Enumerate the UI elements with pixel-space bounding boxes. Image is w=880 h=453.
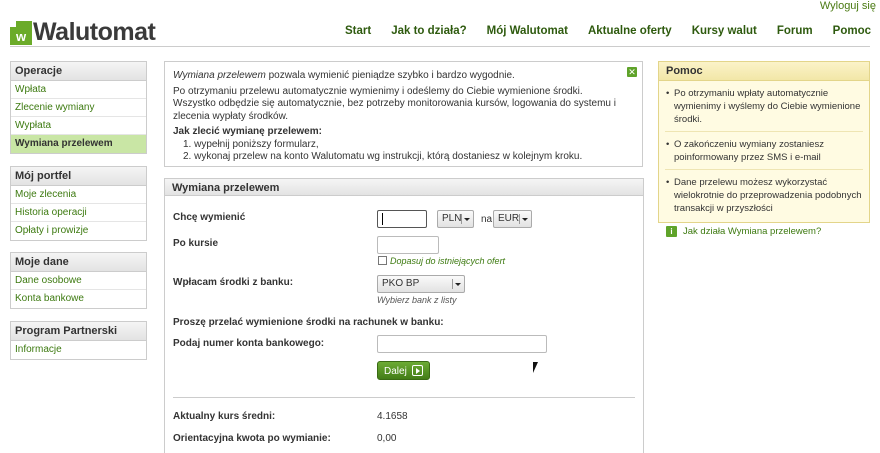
sidebar-title: Mój portfel: [11, 167, 146, 186]
info-steps: 1. wypełnij poniższy formularz, 2. wykon…: [183, 139, 634, 164]
info-step: 1. wypełnij poniższy formularz,: [183, 138, 319, 150]
info-icon: i: [666, 226, 677, 237]
info-paragraph: Po otrzymaniu przelewu automatycznie wym…: [173, 85, 583, 97]
help-list: Po otrzymaniu wpłaty automatycznie wymie…: [659, 81, 869, 220]
sidebar-item-exchange-order[interactable]: Zlecenie wymiany: [11, 99, 146, 117]
avg-rate-label: Aktualny kurs średni:: [173, 411, 276, 422]
info-intro: Wymiana przelewem pozwala wymienić pieni…: [173, 70, 634, 83]
chevron-down-icon: [452, 279, 461, 289]
next-button-label: Dalej: [384, 366, 407, 377]
info-intro-text: pozwala wymienić pieniądze szybko i bard…: [265, 70, 515, 81]
text-caret: [382, 213, 383, 225]
to-currency-value: EUR: [498, 213, 520, 224]
sidebar-item-transfer-exchange[interactable]: Wymiana przelewem: [11, 135, 146, 153]
help-item: Po otrzymaniu wpłaty automatycznie wymie…: [665, 87, 863, 132]
approx-amount-value: 0,00: [377, 433, 397, 444]
play-arrow-icon: [411, 365, 423, 376]
logo-text: Walutomat: [33, 18, 156, 46]
want-exchange-label: Chcę wymienić: [173, 212, 246, 223]
nav-my-walutomat[interactable]: Mój Walutomat: [487, 25, 568, 37]
sidebar-title: Program Partnerski: [11, 322, 146, 341]
sidebar-item-information[interactable]: Informacje: [11, 341, 146, 359]
bank-value: PKO BP: [382, 278, 420, 289]
form-title: Wymiana przelewem: [165, 179, 643, 196]
sidebar-operacje: Operacje Wpłata Zlecenie wymiany Wypłata…: [10, 61, 147, 154]
from-currency-value: PLN: [442, 213, 462, 224]
logout-link[interactable]: Wyloguj się: [820, 0, 876, 12]
top-navigation: Start Jak to działa? Mój Walutomat Aktua…: [325, 25, 871, 37]
nav-forum[interactable]: Forum: [777, 25, 813, 37]
info-paragraph: Wszystko odbędzie się automatycznie, bez…: [173, 98, 616, 122]
sidebar-item-my-orders[interactable]: Moje zlecenia: [11, 186, 146, 204]
to-label: na: [481, 214, 493, 225]
sidebar-item-history[interactable]: Historia operacji: [11, 204, 146, 222]
info-how-title: Jak zlecić wymianę przelewem:: [173, 126, 322, 137]
info-step: 2. wykonaj przelew na konto Walutomatu w…: [183, 151, 583, 162]
sidebar-portfel: Mój portfel Moje zlecenia Historia opera…: [10, 166, 147, 241]
logo-icon: w: [10, 20, 32, 45]
mouse-cursor-icon: [533, 362, 538, 373]
close-icon[interactable]: ✕: [627, 67, 637, 77]
sidebar-partner: Program Partnerski Informacje: [10, 321, 147, 360]
match-offers-label[interactable]: Dopasuj do istniejących ofert: [390, 256, 505, 266]
bank-label: Wpłacam środki z banku:: [173, 277, 294, 288]
account-number-input[interactable]: [377, 335, 547, 353]
exchange-form: Wymiana przelewem Chcę wymienić PLN na E…: [164, 178, 644, 453]
help-item: O zakończeniu wymiany zostaniesz poinfor…: [665, 138, 863, 170]
match-offers-checkbox[interactable]: [378, 256, 387, 265]
chevron-down-icon: [461, 214, 470, 224]
sidebar-item-withdrawal[interactable]: Wypłata: [11, 117, 146, 135]
from-currency-select[interactable]: PLN: [437, 210, 474, 228]
help-item: Dane przelewu możesz wykorzystać wielokr…: [665, 176, 863, 220]
form-divider: [173, 397, 635, 398]
walutomat-logo[interactable]: w Walutomat: [10, 18, 156, 47]
transfer-prompt: Proszę przelać wymienione środki na rach…: [173, 317, 444, 328]
bank-hint: Wybierz bank z listy: [377, 295, 457, 305]
sidebar-item-fees[interactable]: Opłaty i prowizje: [11, 222, 146, 240]
nav-how-it-works[interactable]: Jak to działa?: [391, 25, 466, 37]
chevron-down-icon: [519, 214, 528, 224]
sidebar-title: Moje dane: [11, 253, 146, 272]
avg-rate-value: 4.1658: [377, 411, 408, 422]
sidebar-title: Operacje: [11, 62, 146, 81]
nav-start[interactable]: Start: [345, 25, 371, 37]
header-divider: [10, 46, 870, 47]
help-title: Pomoc: [659, 62, 869, 81]
sidebar-item-bank-accounts[interactable]: Konta bankowe: [11, 290, 146, 308]
nav-current-offers[interactable]: Aktualne oferty: [588, 25, 672, 37]
info-panel: ✕ Wymiana przelewem pozwala wymienić pie…: [164, 61, 643, 167]
info-intro-emphasis: Wymiana przelewem: [173, 70, 266, 81]
help-box: Pomoc Po otrzymaniu wpłaty automatycznie…: [658, 61, 870, 237]
nav-exchange-rates[interactable]: Kursy walut: [692, 25, 757, 37]
bank-select[interactable]: PKO BP: [377, 275, 465, 293]
to-currency-select[interactable]: EUR: [493, 210, 532, 228]
sidebar-dane: Moje dane Dane osobowe Konta bankowe: [10, 252, 147, 309]
approx-amount-label: Orientacyjna kwota po wymianie:: [173, 433, 331, 444]
rate-input[interactable]: [377, 236, 439, 254]
rate-label: Po kursie: [173, 238, 219, 249]
help-link[interactable]: i Jak działa Wymiana przelewem?: [659, 226, 869, 237]
amount-input[interactable]: [377, 210, 427, 228]
sidebar-item-deposit[interactable]: Wpłata: [11, 81, 146, 99]
nav-help[interactable]: Pomoc: [833, 25, 871, 37]
account-label: Podaj numer konta bankowego:: [173, 338, 325, 349]
sidebar-item-personal-data[interactable]: Dane osobowe: [11, 272, 146, 290]
next-button[interactable]: Dalej: [377, 361, 430, 380]
help-link-label[interactable]: Jak działa Wymiana przelewem?: [683, 226, 821, 237]
